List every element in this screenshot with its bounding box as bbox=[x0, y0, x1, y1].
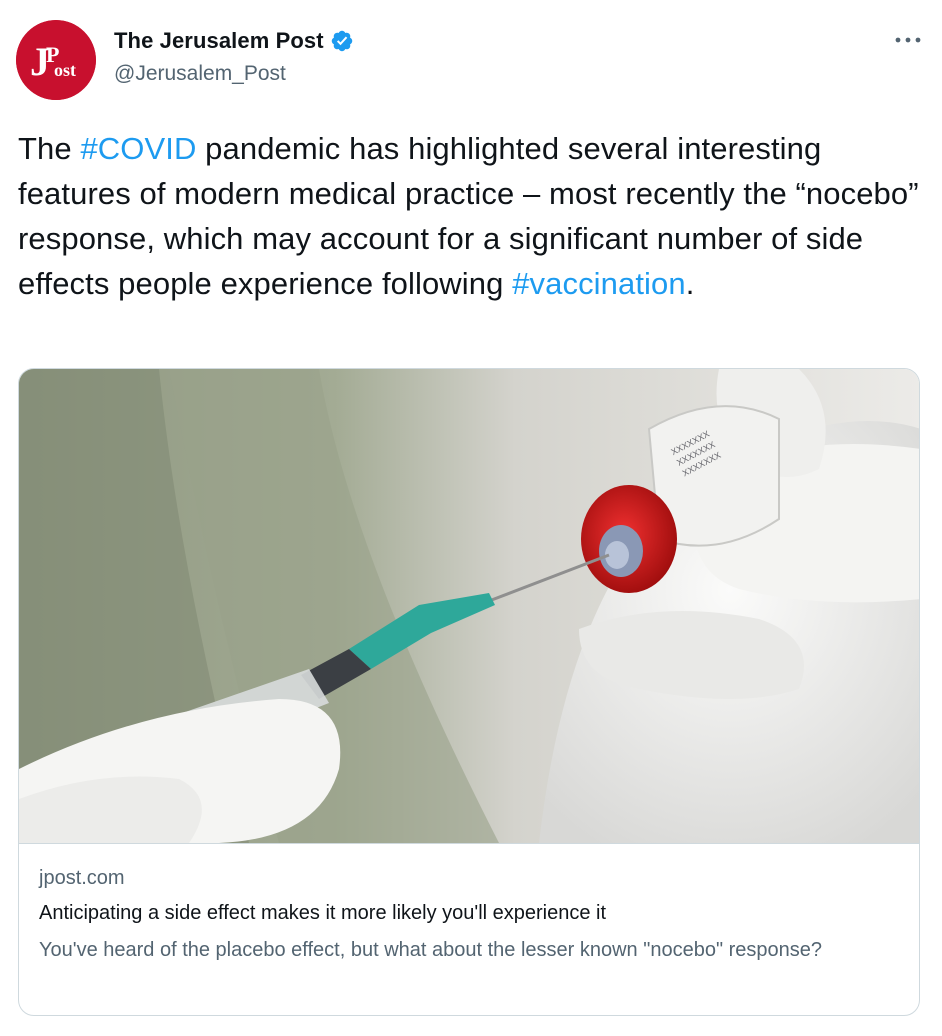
card-domain: jpost.com bbox=[39, 867, 125, 889]
hashtag-covid-link[interactable]: #COVID bbox=[80, 131, 196, 166]
verified-badge-icon bbox=[331, 30, 352, 52]
tweet-text-part: . bbox=[685, 266, 695, 301]
link-preview-card[interactable]: XXXXXXX XXXXXXX XXXXXXX jpost.com Antici… bbox=[18, 368, 920, 1016]
jpost-logo: J P ost bbox=[16, 20, 96, 100]
card-image[interactable]: XXXXXXX XXXXXXX XXXXXXX bbox=[19, 369, 919, 843]
svg-text:ost: ost bbox=[54, 60, 76, 80]
tweet-text: The #COVID pandemic has highlighted seve… bbox=[18, 126, 928, 306]
more-horizontal-icon[interactable] bbox=[892, 28, 924, 52]
author-handle[interactable]: @Jerusalem_Post bbox=[114, 62, 286, 86]
vaccine-syringe-photo: XXXXXXX XXXXXXX XXXXXXX bbox=[19, 369, 919, 843]
card-divider bbox=[19, 843, 919, 844]
author-name[interactable]: The Jerusalem Post bbox=[114, 28, 324, 54]
tweet-text-part: The bbox=[18, 131, 81, 166]
card-description: You've heard of the placebo effect, but … bbox=[39, 939, 823, 961]
hashtag-vaccination-link[interactable]: #vaccination bbox=[512, 266, 686, 301]
card-title: Anticipating a side effect makes it more… bbox=[39, 902, 607, 924]
author-name-row: The Jerusalem Post bbox=[114, 28, 354, 54]
author-avatar[interactable]: J P ost bbox=[16, 20, 96, 100]
